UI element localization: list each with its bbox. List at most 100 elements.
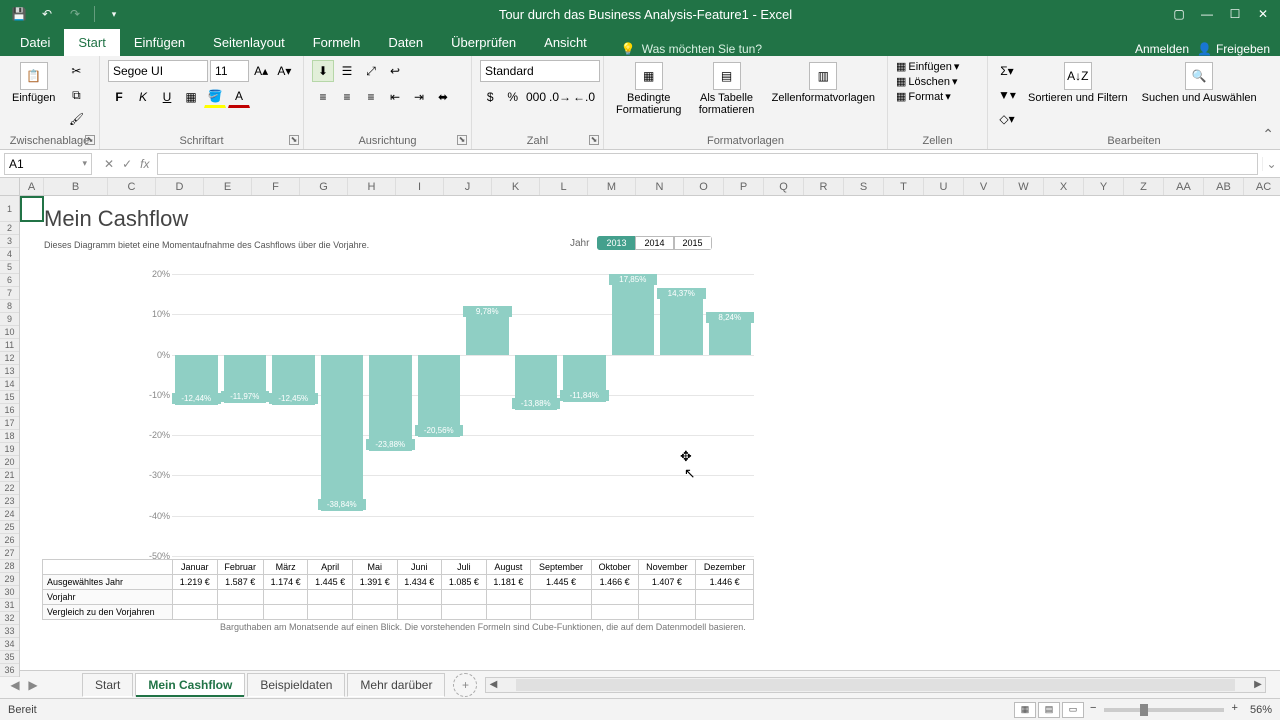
col-header-AC[interactable]: AC <box>1244 178 1280 195</box>
alignment-dialog-launcher[interactable]: ⬊ <box>457 135 467 145</box>
decrease-decimal-button[interactable]: ←.0 <box>573 86 595 108</box>
col-header-G[interactable]: G <box>300 178 348 195</box>
row-header-24[interactable]: 24 <box>0 508 19 521</box>
row-header-3[interactable]: 3 <box>0 235 19 248</box>
sheet-tab-start[interactable]: Start <box>82 673 133 697</box>
delete-cells-button[interactable]: ▦ Löschen ▾ <box>896 75 979 88</box>
col-header-F[interactable]: F <box>252 178 300 195</box>
cancel-formula-button[interactable]: ✕ <box>104 157 114 171</box>
row-header-9[interactable]: 9 <box>0 313 19 326</box>
format-as-table-button[interactable]: ▤Als Tabelle formatieren <box>691 60 761 118</box>
clipboard-dialog-launcher[interactable]: ⬊ <box>85 135 95 145</box>
find-select-button[interactable]: 🔍Suchen und Auswählen <box>1138 60 1261 106</box>
sheet-tab-beispieldaten[interactable]: Beispieldaten <box>247 673 345 697</box>
col-header-B[interactable]: B <box>44 178 108 195</box>
italic-button[interactable]: K <box>132 86 154 108</box>
tab-home[interactable]: Start <box>64 29 119 56</box>
row-header-1[interactable]: 1 <box>0 196 19 222</box>
row-header-22[interactable]: 22 <box>0 482 19 495</box>
copy-button[interactable]: ⧉ <box>65 84 87 106</box>
col-header-T[interactable]: T <box>884 178 924 195</box>
align-right-button[interactable]: ≡ <box>360 86 382 108</box>
align-middle-button[interactable]: ☰ <box>336 60 358 82</box>
tellme-search[interactable]: 💡 Was möchten Sie tun? <box>621 42 1135 56</box>
row-header-23[interactable]: 23 <box>0 495 19 508</box>
tab-insert[interactable]: Einfügen <box>120 29 199 56</box>
zoom-level[interactable]: 56% <box>1250 704 1272 716</box>
insert-cells-button[interactable]: ▦ Einfügen ▾ <box>896 60 979 73</box>
format-cells-button[interactable]: ▦ Format ▾ <box>896 90 979 103</box>
number-format-select[interactable] <box>481 61 599 81</box>
row-header-28[interactable]: 28 <box>0 560 19 573</box>
row-header-13[interactable]: 13 <box>0 365 19 378</box>
tab-view[interactable]: Ansicht <box>530 29 601 56</box>
clear-button[interactable]: ◇▾ <box>996 108 1018 130</box>
sheet-tab-mehr-darüber[interactable]: Mehr darüber <box>347 673 445 697</box>
col-header-M[interactable]: M <box>588 178 636 195</box>
bar-Juli[interactable] <box>466 315 509 354</box>
percent-button[interactable]: % <box>503 86 524 108</box>
year-button-2013[interactable]: 2013 <box>597 236 635 250</box>
increase-font-button[interactable]: A▴ <box>251 60 272 82</box>
name-box-input[interactable] <box>9 157 82 171</box>
col-header-U[interactable]: U <box>924 178 964 195</box>
row-header-27[interactable]: 27 <box>0 547 19 560</box>
sheet-tab-mein-cashflow[interactable]: Mein Cashflow <box>135 673 245 697</box>
row-header-15[interactable]: 15 <box>0 391 19 404</box>
row-header-6[interactable]: 6 <box>0 274 19 287</box>
horizontal-scrollbar[interactable]: ◀ ▶ <box>485 677 1266 693</box>
row-header-8[interactable]: 8 <box>0 300 19 313</box>
row-header-21[interactable]: 21 <box>0 469 19 482</box>
font-size-input[interactable] <box>211 61 248 81</box>
col-header-R[interactable]: R <box>804 178 844 195</box>
save-button[interactable]: 💾 <box>8 4 30 24</box>
sheet-nav-next[interactable]: ▶ <box>24 678 42 692</box>
row-header-36[interactable]: 36 <box>0 664 19 677</box>
hscroll-thumb[interactable] <box>516 679 1235 691</box>
paste-button[interactable]: 📋 Einfügen <box>8 60 59 106</box>
zoom-thumb[interactable] <box>1140 704 1148 716</box>
format-painter-button[interactable]: 🖌 <box>65 108 87 130</box>
col-header-X[interactable]: X <box>1044 178 1084 195</box>
row-header-35[interactable]: 35 <box>0 651 19 664</box>
bar-November[interactable] <box>660 297 703 355</box>
col-header-S[interactable]: S <box>844 178 884 195</box>
increase-decimal-button[interactable]: .0→ <box>549 86 571 108</box>
col-header-Y[interactable]: Y <box>1084 178 1124 195</box>
ribbon-display-options[interactable]: ▢ <box>1166 4 1192 24</box>
underline-button[interactable]: U <box>156 86 178 108</box>
increase-indent-button[interactable]: ⇥ <box>408 86 430 108</box>
zoom-slider[interactable] <box>1104 708 1224 712</box>
decrease-indent-button[interactable]: ⇤ <box>384 86 406 108</box>
undo-button[interactable]: ↶ <box>36 4 58 24</box>
col-header-N[interactable]: N <box>636 178 684 195</box>
normal-view-button[interactable]: ▦ <box>1014 702 1036 718</box>
tab-page-layout[interactable]: Seitenlayout <box>199 29 299 56</box>
col-header-W[interactable]: W <box>1004 178 1044 195</box>
tab-review[interactable]: Überprüfen <box>437 29 530 56</box>
maximize-button[interactable]: ☐ <box>1222 4 1248 24</box>
year-button-2014[interactable]: 2014 <box>635 236 673 250</box>
align-left-button[interactable]: ≡ <box>312 86 334 108</box>
cell-styles-button[interactable]: ▥Zellenformatvorlagen <box>768 60 879 106</box>
row-header-25[interactable]: 25 <box>0 521 19 534</box>
redo-button[interactable]: ↷ <box>64 4 86 24</box>
collapse-ribbon-button[interactable]: ⌃ <box>1262 126 1274 143</box>
decrease-font-button[interactable]: A▾ <box>274 60 295 82</box>
sheet-nav-prev[interactable]: ◀ <box>6 678 24 692</box>
col-header-J[interactable]: J <box>444 178 492 195</box>
align-center-button[interactable]: ≡ <box>336 86 358 108</box>
qat-customize[interactable]: ▾ <box>103 4 125 24</box>
row-header-16[interactable]: 16 <box>0 404 19 417</box>
row-header-33[interactable]: 33 <box>0 625 19 638</box>
row-header-17[interactable]: 17 <box>0 417 19 430</box>
expand-formula-bar[interactable]: ⌄ <box>1262 157 1280 171</box>
row-header-12[interactable]: 12 <box>0 352 19 365</box>
hscroll-left[interactable]: ◀ <box>486 679 500 690</box>
col-header-C[interactable]: C <box>108 178 156 195</box>
row-header-2[interactable]: 2 <box>0 222 19 235</box>
wrap-text-button[interactable]: ↩ <box>384 60 406 82</box>
bar-April[interactable] <box>321 355 364 511</box>
col-header-P[interactable]: P <box>724 178 764 195</box>
row-header-11[interactable]: 11 <box>0 339 19 352</box>
